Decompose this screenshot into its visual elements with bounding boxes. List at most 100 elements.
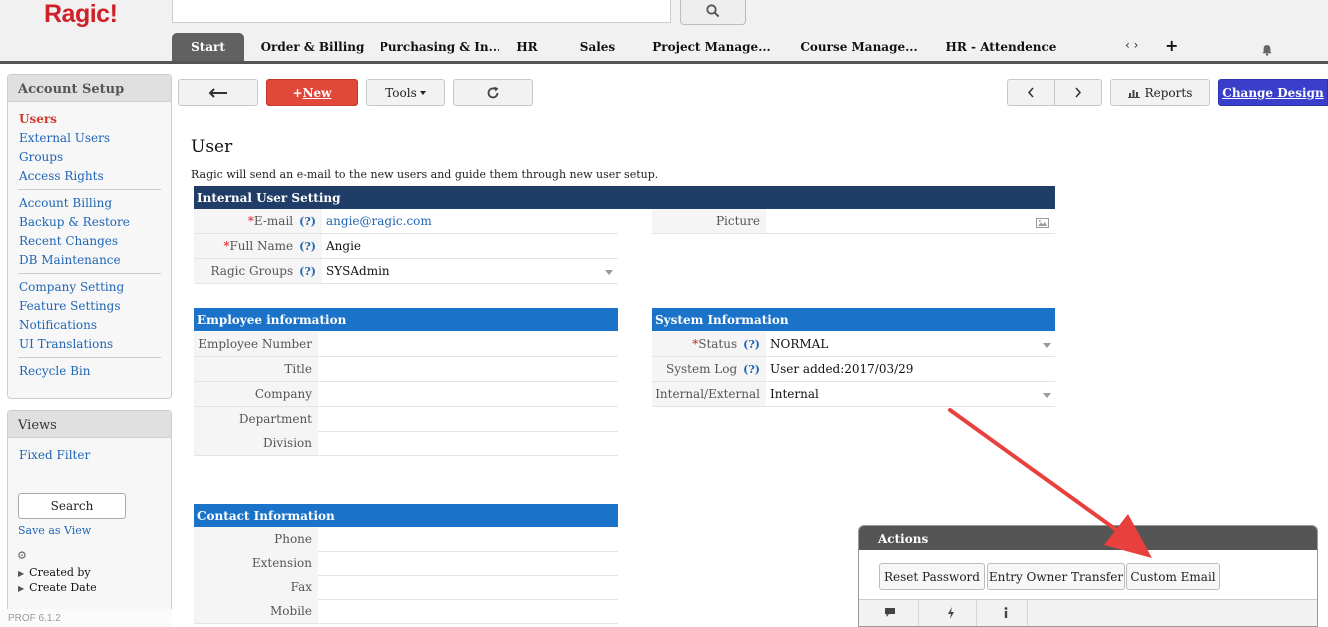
help-icon[interactable]: (?): [743, 338, 760, 351]
page-title: User: [191, 137, 233, 157]
field-title[interactable]: Title: [194, 357, 618, 382]
gear-icon[interactable]: ⚙: [17, 549, 27, 562]
ragic-groups-select[interactable]: SYSAdmin: [322, 259, 394, 283]
views-search-button[interactable]: Search: [18, 493, 126, 519]
tab-start[interactable]: Start: [172, 33, 244, 61]
status-select[interactable]: NORMAL: [766, 332, 832, 356]
top-bar: Ragic! Start Order & Billing Purchasing …: [0, 0, 1328, 64]
sidebar-item-users[interactable]: Users: [8, 110, 171, 129]
ragic-groups-label: Ragic Groups: [210, 264, 294, 278]
internal-external-select[interactable]: Internal: [766, 382, 823, 406]
actions-title: Actions: [859, 526, 1317, 550]
page-description: Ragic will send an e-mail to the new use…: [191, 168, 659, 181]
save-as-view-link[interactable]: Save as View: [18, 524, 91, 537]
custom-email-button[interactable]: Custom Email: [1126, 563, 1220, 590]
reports-button[interactable]: Reports: [1110, 79, 1210, 106]
actions-panel: Actions Reset Password Entry Owner Trans…: [858, 525, 1318, 627]
picture-label: Picture: [652, 209, 766, 233]
tab-scroll-arrows[interactable]: ‹ ›: [1125, 38, 1138, 52]
dropdown-arrow-icon[interactable]: [1043, 343, 1051, 348]
views-panel: Views Fixed Filter Search Save as View ⚙…: [7, 410, 172, 627]
sidebar-item-db-maintenance[interactable]: DB Maintenance: [8, 251, 171, 270]
actions-icon-bar: [859, 599, 1317, 626]
module-tabs: Start Order & Billing Purchasing & In...…: [172, 33, 1067, 61]
sidebar-item-recent-changes[interactable]: Recent Changes: [8, 232, 171, 251]
tools-menu-button[interactable]: Tools: [366, 79, 445, 106]
sidebar-item-account-billing[interactable]: Account Billing: [8, 194, 171, 213]
ragic-logo[interactable]: Ragic!: [44, 0, 118, 29]
new-entry-button[interactable]: + New: [266, 79, 358, 106]
field-phone[interactable]: Phone: [194, 527, 618, 552]
dropdown-arrow-icon[interactable]: [605, 270, 613, 275]
divider: [18, 189, 161, 190]
sidebar-item-company-setting[interactable]: Company Setting: [8, 278, 171, 297]
version-label: PROF 6.1.2: [0, 609, 172, 627]
prev-record-button[interactable]: [1007, 79, 1055, 106]
fixed-filter-link[interactable]: Fixed Filter: [8, 446, 101, 465]
field-department[interactable]: Department: [194, 407, 618, 432]
internal-external-label: Internal/External: [652, 382, 766, 406]
bell-icon[interactable]: [1261, 44, 1273, 59]
entry-owner-transfer-button[interactable]: Entry Owner Transfer: [987, 563, 1125, 590]
help-icon[interactable]: (?): [743, 363, 760, 376]
tab-order-billing[interactable]: Order & Billing: [244, 33, 381, 61]
help-icon[interactable]: (?): [299, 240, 316, 253]
email-value[interactable]: angie@ragic.com: [322, 209, 436, 233]
field-fax[interactable]: Fax: [194, 575, 618, 600]
system-log-value: User added:2017/03/29: [770, 362, 914, 376]
divider: [18, 273, 161, 274]
caret-right-icon: ▶: [18, 584, 25, 593]
back-button[interactable]: [178, 79, 258, 106]
search-icon: [706, 4, 720, 18]
full-name-value[interactable]: Angie: [322, 234, 365, 258]
sidebar-item-recycle-bin[interactable]: Recycle Bin: [8, 362, 171, 381]
tab-sales[interactable]: Sales: [555, 33, 640, 61]
views-title: Views: [8, 411, 171, 438]
sidebar-item-feature-settings[interactable]: Feature Settings: [8, 297, 171, 316]
tab-course-manage[interactable]: Course Manage...: [783, 33, 935, 61]
tab-purchasing[interactable]: Purchasing & In...: [381, 33, 499, 61]
full-name-label: Full Name: [229, 239, 294, 253]
tab-project-manage[interactable]: Project Manage...: [640, 33, 783, 61]
field-system-log: System Log (?) User added:2017/03/29: [652, 357, 1055, 382]
filter-created-by[interactable]: ▶ Created by: [18, 566, 91, 579]
sidebar-item-external-users[interactable]: External Users: [8, 129, 171, 148]
refresh-icon: [487, 86, 499, 98]
comment-icon[interactable]: [884, 607, 896, 621]
next-record-button[interactable]: [1054, 79, 1102, 106]
image-upload-icon[interactable]: [1036, 217, 1049, 231]
tab-hr-attendence[interactable]: HR - Attendence: [935, 33, 1067, 61]
help-icon[interactable]: (?): [299, 215, 316, 228]
info-icon[interactable]: [1004, 607, 1008, 621]
sidebar-item-access-rights[interactable]: Access Rights: [8, 167, 171, 186]
help-icon[interactable]: (?): [299, 265, 316, 278]
field-internal-external: Internal/External Internal: [652, 382, 1055, 407]
tab-hr[interactable]: HR: [499, 33, 555, 61]
field-extension[interactable]: Extension: [194, 551, 618, 576]
reset-password-button[interactable]: Reset Password: [879, 563, 985, 590]
filter-create-date[interactable]: ▶ Create Date: [18, 581, 97, 594]
global-search-button[interactable]: [680, 0, 746, 25]
account-setup-panel: Account Setup Users External Users Group…: [7, 74, 172, 399]
chevron-left-icon: [1027, 87, 1034, 98]
change-design-button[interactable]: Change Design: [1218, 79, 1328, 106]
refresh-button[interactable]: [453, 79, 533, 106]
field-mobile[interactable]: Mobile: [194, 599, 618, 624]
email-label: E-mail: [253, 214, 294, 228]
status-label: Status: [698, 337, 738, 351]
global-search-input[interactable]: [172, 0, 671, 23]
account-setup-title: Account Setup: [8, 75, 171, 102]
arrow-left-icon: [208, 87, 227, 98]
sidebar-item-backup-restore[interactable]: Backup & Restore: [8, 213, 171, 232]
dropdown-arrow-icon[interactable]: [1043, 393, 1051, 398]
sidebar-item-groups[interactable]: Groups: [8, 148, 171, 167]
field-employee-number[interactable]: Employee Number: [194, 332, 618, 357]
add-tab-icon[interactable]: +: [1165, 36, 1178, 55]
sidebar-item-notifications[interactable]: Notifications: [8, 316, 171, 335]
sidebar-item-ui-translations[interactable]: UI Translations: [8, 335, 171, 354]
field-division[interactable]: Division: [194, 431, 618, 456]
field-email: *E-mail (?) angie@ragic.com: [194, 209, 618, 234]
field-company[interactable]: Company: [194, 382, 618, 407]
lightning-icon[interactable]: [947, 607, 955, 622]
system-log-label: System Log: [665, 362, 738, 376]
